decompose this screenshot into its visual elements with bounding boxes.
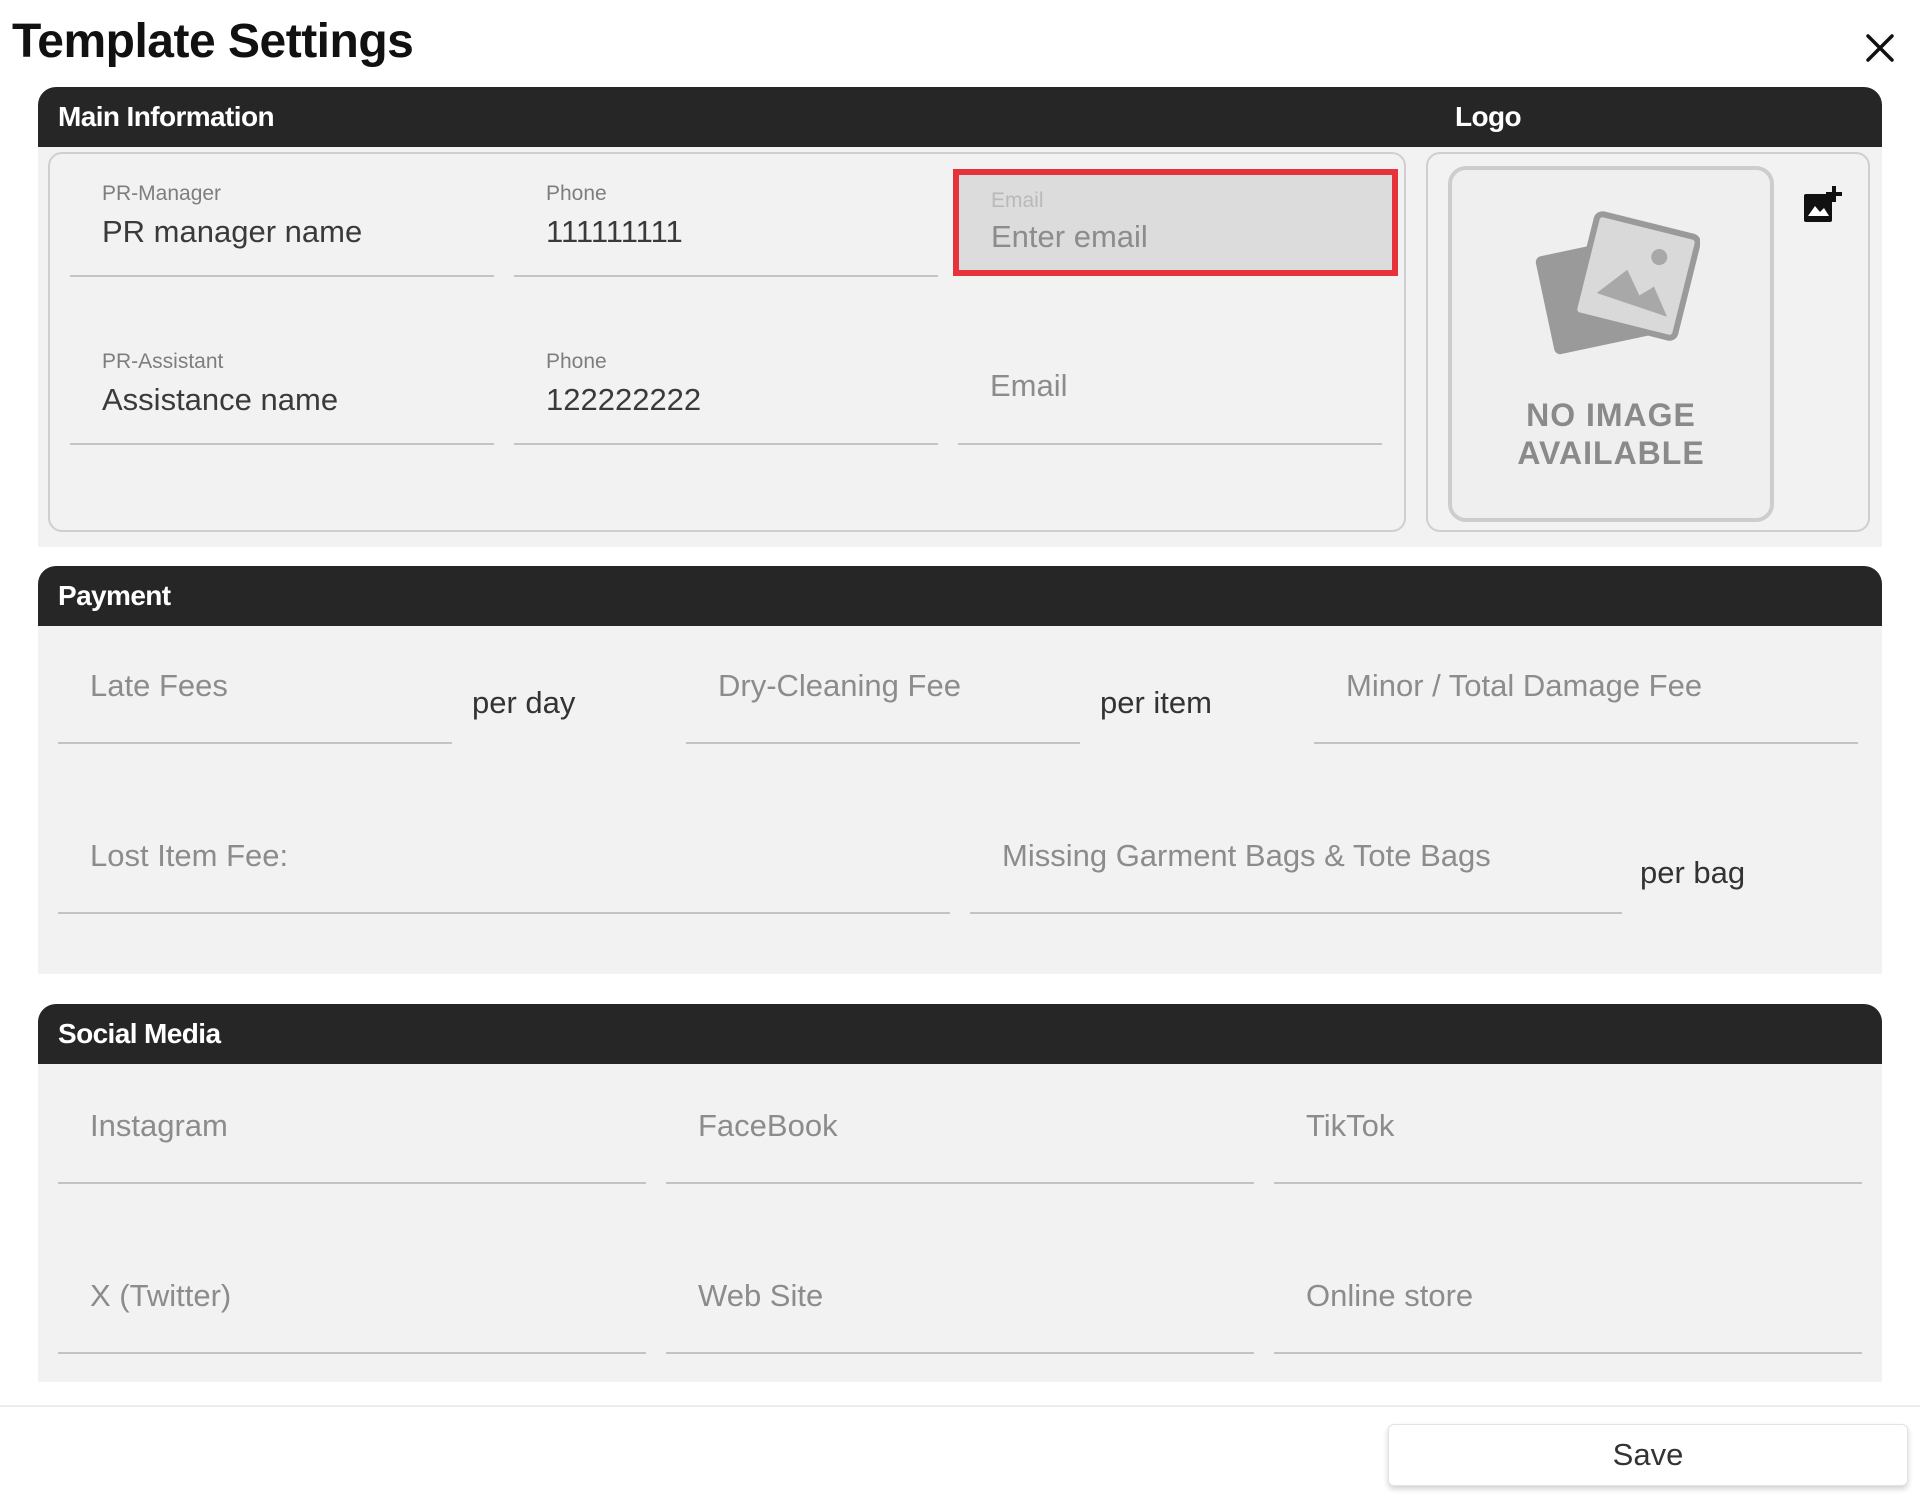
main-information-title: Main Information <box>58 101 275 132</box>
missing-bags-placeholder: Missing Garment Bags & Tote Bags <box>1002 838 1491 873</box>
dry-cleaning-fee-field[interactable]: Dry-Cleaning Fee <box>686 640 1080 744</box>
pr-assistant-label: PR-Assistant <box>102 350 224 373</box>
close-icon[interactable] <box>1862 30 1898 66</box>
assistant-email-field[interactable]: Email <box>958 338 1382 445</box>
facebook-placeholder: FaceBook <box>698 1108 838 1143</box>
social-media-title: Social Media <box>58 1018 221 1049</box>
assistant-phone-field[interactable]: Phone 122222222 <box>514 338 938 445</box>
twitter-field[interactable]: X (Twitter) <box>58 1250 646 1354</box>
assistant-email-placeholder: Email <box>990 368 1068 403</box>
lost-item-fee-placeholder: Lost Item Fee: <box>90 838 289 873</box>
logo-title: Logo <box>1455 101 1522 132</box>
pr-manager-value: PR manager name <box>102 214 363 249</box>
manager-email-field[interactable]: Email Enter email <box>953 169 1398 276</box>
image-placeholder-icon <box>1535 211 1700 355</box>
logo-image-placeholder[interactable]: NO IMAGE AVAILABLE <box>1448 166 1774 522</box>
damage-fee-field[interactable]: Minor / Total Damage Fee <box>1314 640 1858 744</box>
manager-phone-label: Phone <box>546 182 607 205</box>
manager-email-label: Email <box>991 189 1044 212</box>
pr-manager-label: PR-Manager <box>102 182 222 205</box>
social-media-header: Social Media <box>38 1004 1882 1064</box>
dry-cleaning-fee-placeholder: Dry-Cleaning Fee <box>718 668 961 703</box>
instagram-field[interactable]: Instagram <box>58 1080 646 1184</box>
late-fees-placeholder: Late Fees <box>90 668 228 703</box>
tiktok-placeholder: TikTok <box>1306 1108 1395 1143</box>
online-store-field[interactable]: Online store <box>1274 1250 1862 1354</box>
website-placeholder: Web Site <box>698 1278 824 1313</box>
no-image-line-2: AVAILABLE <box>1517 435 1705 471</box>
main-information-header: Main Information Logo <box>38 87 1882 147</box>
twitter-placeholder: X (Twitter) <box>90 1278 232 1313</box>
payment-title: Payment <box>58 580 171 611</box>
late-fees-unit: per day <box>472 685 576 720</box>
pr-assistant-value: Assistance name <box>102 382 339 417</box>
late-fees-field[interactable]: Late Fees <box>58 640 452 744</box>
save-button[interactable]: Save <box>1388 1424 1908 1486</box>
assistant-phone-label: Phone <box>546 350 607 373</box>
instagram-placeholder: Instagram <box>90 1108 228 1143</box>
manager-email-placeholder: Enter email <box>991 219 1148 254</box>
no-image-line-1: NO IMAGE <box>1526 397 1696 433</box>
pr-assistant-field[interactable]: PR-Assistant Assistance name <box>70 338 494 445</box>
tiktok-field[interactable]: TikTok <box>1274 1080 1862 1184</box>
website-field[interactable]: Web Site <box>666 1250 1254 1354</box>
no-image-text: NO IMAGE AVAILABLE <box>1452 396 1770 472</box>
missing-bags-field[interactable]: Missing Garment Bags & Tote Bags <box>970 810 1622 914</box>
assistant-phone-value: 122222222 <box>546 382 702 417</box>
payment-header: Payment <box>38 566 1882 626</box>
dry-cleaning-unit: per item <box>1100 685 1212 720</box>
add-photo-icon[interactable] <box>1802 184 1842 224</box>
damage-fee-placeholder: Minor / Total Damage Fee <box>1346 668 1703 703</box>
footer-divider <box>0 1405 1920 1407</box>
online-store-placeholder: Online store <box>1306 1278 1474 1313</box>
pr-manager-field[interactable]: PR-Manager PR manager name <box>70 170 494 277</box>
manager-phone-value: 111111111 <box>546 214 683 249</box>
dialog-title: Template Settings <box>12 15 414 68</box>
facebook-field[interactable]: FaceBook <box>666 1080 1254 1184</box>
lost-item-fee-field[interactable]: Lost Item Fee: <box>58 810 950 914</box>
missing-bags-unit: per bag <box>1640 855 1746 890</box>
manager-phone-field[interactable]: Phone 111111111 <box>514 170 938 277</box>
